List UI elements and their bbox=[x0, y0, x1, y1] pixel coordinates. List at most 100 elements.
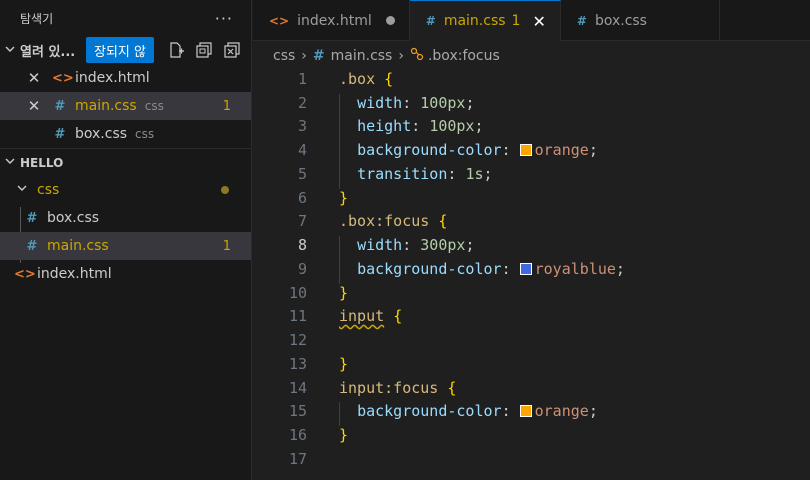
open-editors-title: 열려 있... bbox=[20, 44, 76, 60]
open-editor-item[interactable]: # box.css css bbox=[0, 120, 251, 148]
folder-label: css bbox=[37, 182, 60, 198]
line-number: 1 bbox=[297, 70, 307, 88]
code-line: height: 100px; bbox=[357, 117, 484, 135]
html-file-icon: <> bbox=[14, 266, 36, 282]
css-file-icon: # bbox=[425, 14, 436, 28]
breadcrumb: css › # main.css › .box:focus bbox=[253, 42, 810, 70]
code-line: transition: 1s; bbox=[357, 165, 493, 183]
open-editor-label: index.html bbox=[75, 70, 150, 86]
tab-problem-count: 1 bbox=[511, 13, 521, 29]
save-all-icon[interactable] bbox=[193, 39, 215, 61]
tab-main-css[interactable]: # main.css 1 ✕ bbox=[409, 0, 561, 41]
close-icon[interactable]: ✕ bbox=[532, 12, 545, 31]
line-number: 3 bbox=[297, 117, 307, 135]
open-editor-item[interactable]: ✕ # main.css css 1 bbox=[0, 92, 251, 120]
html-file-icon: <> bbox=[269, 13, 290, 28]
problem-count-badge: 1 bbox=[222, 238, 231, 254]
code-line: input { bbox=[339, 307, 403, 325]
workspace-header[interactable]: HELLO bbox=[0, 148, 251, 176]
line-number: 7 bbox=[297, 212, 307, 230]
line-number: 10 bbox=[288, 284, 307, 302]
html-file-icon: <> bbox=[52, 70, 74, 86]
file-item[interactable]: # main.css 1 bbox=[0, 232, 251, 260]
css-file-icon: # bbox=[54, 98, 66, 114]
file-label: index.html bbox=[37, 266, 112, 282]
close-all-icon[interactable] bbox=[221, 39, 243, 61]
css-file-icon: # bbox=[576, 13, 587, 28]
open-editor-label: box.css css bbox=[75, 126, 155, 142]
line-number: 4 bbox=[297, 141, 307, 159]
chevron-down-icon[interactable] bbox=[0, 155, 20, 170]
open-editors-actions bbox=[165, 36, 243, 64]
code-line: } bbox=[339, 284, 349, 302]
file-label: box.css bbox=[47, 210, 100, 226]
problem-count-badge: 1 bbox=[222, 98, 231, 114]
explorer-sidebar: 탐색기 ··· 열려 있... 장되지 않 ✕ <> index.html ✕ … bbox=[0, 0, 252, 480]
unsaved-dot-icon[interactable] bbox=[385, 16, 395, 25]
breadcrumb-file[interactable]: main.css bbox=[331, 48, 393, 64]
open-editor-item[interactable]: ✕ <> index.html bbox=[0, 64, 251, 92]
line-number: 17 bbox=[288, 450, 307, 468]
code-line: } bbox=[339, 426, 349, 444]
workspace-title: HELLO bbox=[20, 155, 64, 170]
code-line: } bbox=[339, 355, 349, 373]
tooltip: 장되지 않 bbox=[86, 37, 154, 63]
open-editors-header[interactable]: 열려 있... 장되지 않 bbox=[0, 36, 251, 64]
file-item[interactable]: # box.css bbox=[0, 204, 251, 232]
code-line: background-color: orange; bbox=[357, 141, 598, 159]
line-number: 13 bbox=[288, 355, 307, 373]
open-editor-folder: css bbox=[135, 127, 155, 141]
css-file-icon: # bbox=[54, 126, 66, 142]
modified-dot bbox=[221, 186, 229, 194]
sidebar-title: 탐색기 bbox=[20, 11, 54, 26]
code-line: .box { bbox=[339, 70, 394, 88]
breadcrumb-symbol[interactable]: .box:focus bbox=[428, 48, 500, 64]
new-file-icon[interactable] bbox=[165, 39, 187, 61]
tab-index-html[interactable]: <> index.html bbox=[253, 0, 410, 41]
line-number: 2 bbox=[297, 94, 307, 112]
color-swatch[interactable] bbox=[519, 263, 532, 275]
sidebar-header: 탐색기 ··· bbox=[0, 0, 251, 36]
close-icon[interactable]: ✕ bbox=[26, 97, 42, 115]
line-number: 16 bbox=[288, 426, 307, 444]
chevron-down-icon bbox=[14, 182, 30, 198]
editor-tabs: <> index.html # main.css 1 ✕ # box.css bbox=[253, 0, 810, 41]
line-number-current: 8 bbox=[297, 236, 307, 254]
color-swatch[interactable] bbox=[519, 144, 532, 156]
tab-label: index.html bbox=[297, 12, 372, 29]
symbol-icon bbox=[410, 47, 424, 65]
file-label: main.css bbox=[47, 238, 109, 254]
css-file-icon: # bbox=[26, 238, 38, 254]
css-file-icon: # bbox=[312, 48, 325, 64]
line-number: 9 bbox=[297, 260, 307, 278]
tab-label: box.css bbox=[594, 12, 647, 29]
tab-box-css[interactable]: # box.css bbox=[561, 0, 720, 41]
line-number: 11 bbox=[288, 307, 307, 325]
line-number: 12 bbox=[288, 331, 307, 349]
more-actions-icon[interactable]: ··· bbox=[215, 9, 233, 28]
code-line: background-color: royalblue; bbox=[357, 260, 625, 278]
code-editor[interactable]: 1 2 3 4 5 6 7 8 9 10 11 12 13 14 15 16 1… bbox=[253, 70, 810, 480]
code-line: background-color: orange; bbox=[357, 402, 598, 420]
chevron-right-icon: › bbox=[398, 48, 404, 64]
close-icon[interactable]: ✕ bbox=[26, 69, 42, 87]
tab-label: main.css bbox=[443, 13, 506, 29]
color-swatch[interactable] bbox=[519, 405, 532, 417]
code-line-current: width: 300px; bbox=[357, 236, 475, 254]
code-line: input:focus { bbox=[339, 379, 457, 397]
css-file-icon: # bbox=[26, 210, 38, 226]
folder-item[interactable]: css bbox=[0, 176, 251, 204]
chevron-right-icon: › bbox=[301, 48, 307, 64]
line-number: 14 bbox=[288, 379, 307, 397]
warning-squiggle: input bbox=[339, 307, 385, 325]
open-editor-label: main.css css bbox=[75, 98, 164, 114]
code-line: width: 100px; bbox=[357, 94, 475, 112]
breadcrumb-folder[interactable]: css bbox=[273, 48, 295, 64]
code-line: } bbox=[339, 189, 349, 207]
code-line: .box:focus { bbox=[339, 212, 448, 230]
line-number: 15 bbox=[288, 402, 307, 420]
line-number: 6 bbox=[297, 189, 307, 207]
open-editor-folder: css bbox=[144, 99, 164, 113]
file-item[interactable]: <> index.html bbox=[0, 260, 251, 288]
chevron-down-icon[interactable] bbox=[0, 43, 20, 58]
